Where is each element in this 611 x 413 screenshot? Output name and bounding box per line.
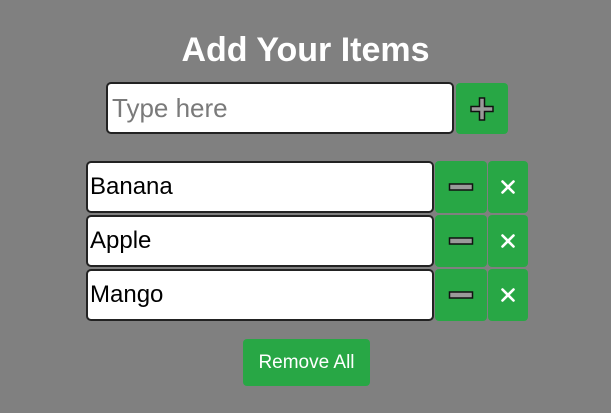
minus-icon (448, 291, 474, 299)
edit-item-button[interactable] (435, 161, 487, 213)
plus-icon (470, 96, 494, 121)
item-input[interactable] (86, 215, 434, 267)
delete-item-button[interactable] (488, 269, 528, 321)
item-input[interactable] (86, 161, 434, 213)
edit-item-button[interactable] (435, 269, 487, 321)
delete-item-button[interactable] (488, 215, 528, 267)
remove-all-button[interactable]: Remove All (243, 339, 370, 386)
item-row (86, 215, 528, 267)
item-input[interactable] (86, 269, 434, 321)
new-item-input[interactable] (106, 82, 454, 134)
minus-icon (448, 237, 474, 245)
close-icon (501, 288, 515, 302)
close-icon (501, 234, 515, 248)
add-item-button[interactable] (456, 83, 508, 134)
close-icon (501, 180, 515, 194)
item-list (86, 161, 528, 323)
delete-item-button[interactable] (488, 161, 528, 213)
minus-icon (448, 183, 474, 191)
page-title: Add Your Items (181, 31, 430, 69)
item-row (86, 161, 528, 213)
edit-item-button[interactable] (435, 215, 487, 267)
item-row (86, 269, 528, 321)
